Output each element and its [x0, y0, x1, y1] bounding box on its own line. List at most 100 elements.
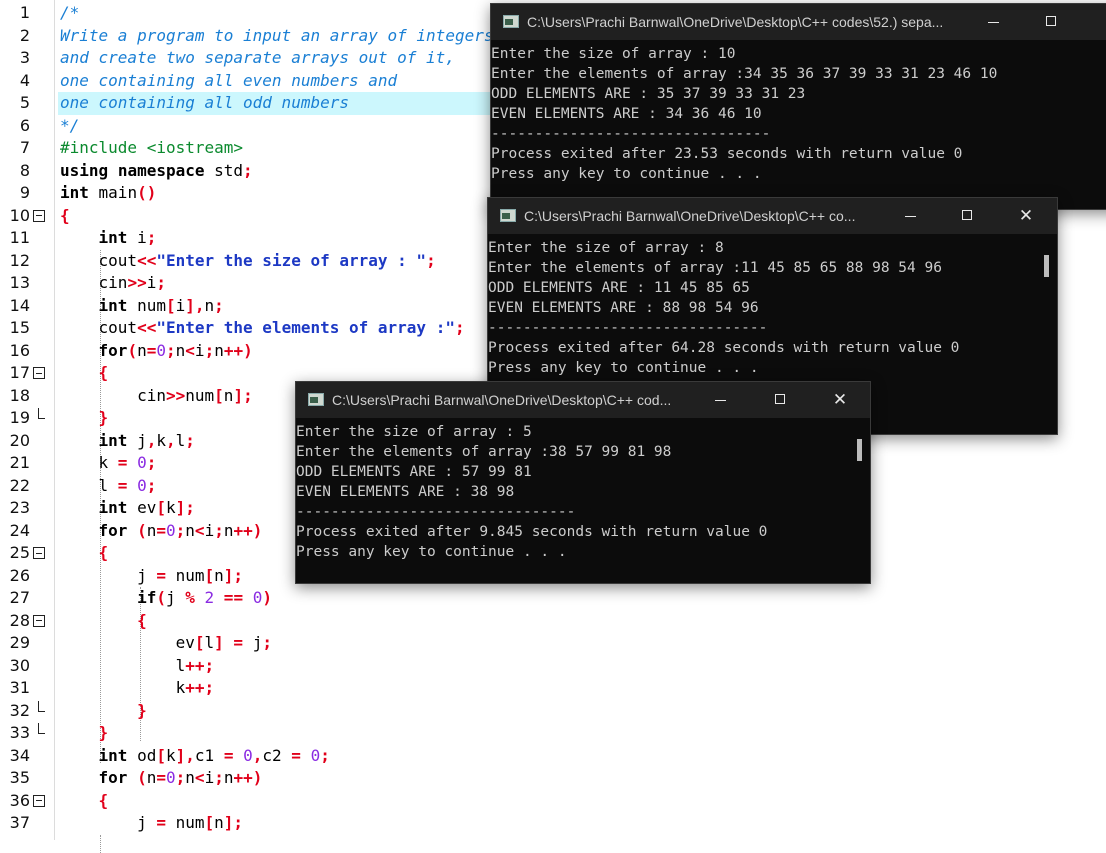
- code-line[interactable]: for (n=0;n<i;n++): [60, 767, 262, 790]
- console-line: ODD ELEMENTS ARE : 11 45 85 65: [488, 278, 1057, 298]
- code-line[interactable]: if(j % 2 == 0): [60, 587, 272, 610]
- console-app-icon: [500, 209, 516, 222]
- fold-end-marker: [38, 723, 39, 734]
- line-number: 4: [0, 70, 30, 93]
- title-bar[interactable]: C:\Users\Prachi Barnwal\OneDrive\Desktop…: [491, 4, 1106, 40]
- console-line: Press any key to continue . . .: [491, 164, 1106, 184]
- console-window-1[interactable]: C:\Users\Prachi Barnwal\OneDrive\Desktop…: [490, 3, 1106, 210]
- code-line[interactable]: int i;: [60, 227, 156, 250]
- code-line[interactable]: {: [60, 205, 70, 228]
- code-line[interactable]: }: [60, 700, 147, 723]
- maximize-button[interactable]: [1029, 4, 1075, 40]
- code-line[interactable]: for(n=0;n<i;n++): [60, 340, 253, 363]
- line-number: 16: [0, 340, 30, 363]
- code-line[interactable]: cout<<"Enter the elements of array :";: [60, 317, 465, 340]
- line-number: 30: [0, 655, 30, 678]
- line-number: 10: [0, 205, 30, 228]
- code-line[interactable]: {: [60, 790, 108, 813]
- code-line[interactable]: cin>>num[n];: [60, 385, 253, 408]
- line-number: 22: [0, 475, 30, 498]
- line-number: 6: [0, 115, 30, 138]
- code-line[interactable]: /*: [60, 2, 79, 25]
- code-line[interactable]: int num[i],n;: [60, 295, 224, 318]
- code-line[interactable]: ev[l] = j;: [60, 632, 272, 655]
- line-number: 24: [0, 520, 30, 543]
- code-line[interactable]: l = 0;: [60, 475, 156, 498]
- code-line[interactable]: int ev[k];: [60, 497, 195, 520]
- line-number: 15: [0, 317, 30, 340]
- line-number: 35: [0, 767, 30, 790]
- code-line[interactable]: j = num[n];: [60, 812, 243, 835]
- line-number: 36: [0, 790, 30, 813]
- console-line: EVEN ELEMENTS ARE : 88 98 54 96: [488, 298, 1057, 318]
- line-number: 32: [0, 700, 30, 723]
- fold-toggle-icon[interactable]: [33, 210, 45, 222]
- line-number: 28: [0, 610, 30, 633]
- code-line[interactable]: #include <iostream>: [60, 137, 243, 160]
- line-number: 7: [0, 137, 30, 160]
- code-line[interactable]: }: [60, 407, 108, 430]
- code-line[interactable]: Write a program to input an array of int…: [60, 25, 493, 48]
- code-line[interactable]: l++;: [60, 655, 214, 678]
- gutter-divider: [54, 0, 55, 840]
- maximize-button[interactable]: [945, 198, 991, 234]
- code-line[interactable]: {: [60, 542, 108, 565]
- code-line[interactable]: k++;: [60, 677, 214, 700]
- code-line[interactable]: using namespace std;: [60, 160, 253, 183]
- fold-toggle-icon[interactable]: [33, 367, 45, 379]
- line-number: 2: [0, 25, 30, 48]
- line-number: 20: [0, 430, 30, 453]
- code-line[interactable]: k = 0;: [60, 452, 156, 475]
- scrollbar-thumb[interactable]: [1044, 255, 1049, 277]
- scrollbar-thumb[interactable]: [857, 439, 862, 461]
- code-line[interactable]: }: [60, 722, 108, 745]
- code-line[interactable]: int main(): [60, 182, 156, 205]
- code-line[interactable]: for (n=0;n<i;n++): [60, 520, 262, 543]
- console-app-icon: [503, 15, 519, 28]
- line-number: 5: [0, 92, 30, 115]
- code-line[interactable]: */: [60, 115, 79, 138]
- title-bar[interactable]: C:\Users\Prachi Barnwal\OneDrive\Desktop…: [488, 198, 1057, 234]
- line-number: 9: [0, 182, 30, 205]
- code-line[interactable]: and create two separate arrays out of it…: [60, 47, 455, 70]
- minimize-button[interactable]: [971, 4, 1017, 40]
- line-number: 8: [0, 160, 30, 183]
- line-number: 33: [0, 722, 30, 745]
- close-button[interactable]: ✕: [1003, 198, 1049, 234]
- code-line[interactable]: one containing all even numbers and: [60, 70, 397, 93]
- code-line[interactable]: int j,k,l;: [60, 430, 195, 453]
- line-number: 25: [0, 542, 30, 565]
- line-number-gutter: 1234567891011121314151617181920212223242…: [0, 0, 54, 840]
- fold-toggle-icon[interactable]: [33, 547, 45, 559]
- code-line[interactable]: {: [60, 362, 108, 385]
- code-line[interactable]: cin>>i;: [60, 272, 166, 295]
- console-output: Enter the size of array : 10Enter the el…: [491, 40, 1106, 209]
- code-line[interactable]: one containing all odd numbers: [60, 92, 349, 115]
- indent-guide: [100, 835, 101, 853]
- console-line: --------------------------------: [488, 318, 1057, 338]
- line-number: 17: [0, 362, 30, 385]
- line-number: 3: [0, 47, 30, 70]
- window-title: C:\Users\Prachi Barnwal\OneDrive\Desktop…: [524, 208, 879, 224]
- minimize-button[interactable]: [698, 382, 744, 418]
- close-button[interactable]: ✕: [817, 382, 863, 418]
- console-line: EVEN ELEMENTS ARE : 34 36 46 10: [491, 104, 1106, 124]
- console-line: Enter the elements of array :34 35 36 37…: [491, 64, 1106, 84]
- fold-toggle-icon[interactable]: [33, 795, 45, 807]
- console-window-3[interactable]: C:\Users\Prachi Barnwal\OneDrive\Desktop…: [295, 381, 871, 584]
- title-bar[interactable]: C:\Users\Prachi Barnwal\OneDrive\Desktop…: [296, 382, 870, 418]
- fold-toggle-icon[interactable]: [33, 615, 45, 627]
- line-number: 23: [0, 497, 30, 520]
- code-line[interactable]: int od[k],c1 = 0,c2 = 0;: [60, 745, 330, 768]
- console-line: Press any key to continue . . .: [488, 358, 1057, 378]
- console-app-icon: [308, 393, 324, 406]
- line-number: 18: [0, 385, 30, 408]
- maximize-button[interactable]: [758, 382, 804, 418]
- code-line[interactable]: {: [60, 610, 147, 633]
- code-line[interactable]: cout<<"Enter the size of array : ";: [60, 250, 436, 273]
- minimize-button[interactable]: [888, 198, 934, 234]
- console-output: Enter the size of array : 5Enter the ele…: [296, 418, 870, 583]
- line-number: 14: [0, 295, 30, 318]
- line-number: 19: [0, 407, 30, 430]
- code-line[interactable]: j = num[n];: [60, 565, 243, 588]
